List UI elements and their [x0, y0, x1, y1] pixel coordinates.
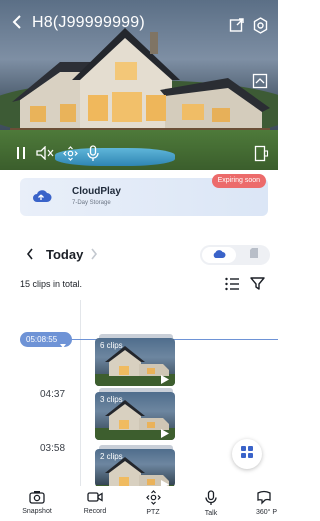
clip-count-label: 2 clips — [100, 452, 123, 461]
mute-icon[interactable] — [36, 145, 54, 161]
clip-count-label: 3 clips — [100, 395, 123, 404]
clip-group-card[interactable]: 3 clips — [95, 392, 175, 440]
clip-group-card[interactable]: 2 clips — [95, 449, 175, 487]
sd-card-tab[interactable] — [240, 247, 268, 263]
cloudplay-logo-icon — [32, 189, 52, 203]
timeline-time-label: 03:58 — [40, 443, 66, 454]
back-icon[interactable] — [12, 14, 26, 32]
grid-icon — [241, 445, 253, 463]
caret-down-icon — [60, 338, 67, 348]
play-icon — [161, 371, 169, 384]
pause-icon[interactable] — [14, 145, 28, 161]
clip-count-label: 6 clips — [100, 341, 123, 350]
current-time-marker[interactable]: 05:08:55 — [20, 332, 73, 348]
filter-icon[interactable] — [250, 276, 266, 292]
current-date[interactable]: Today — [46, 247, 83, 262]
mic-icon[interactable] — [86, 144, 100, 162]
record-label: Record — [83, 508, 107, 515]
camera-title: H8(J99999999) — [32, 14, 145, 31]
previous-day-icon[interactable] — [26, 247, 36, 263]
cloud-storage-banner[interactable]: CloudPlay 7-Day Storage Expiring soon — [20, 174, 268, 216]
cloud-plan-text: 7-Day Storage — [72, 200, 111, 206]
ptz-icon — [145, 490, 161, 505]
camera-icon — [29, 491, 45, 504]
ptz-label: PTZ — [146, 509, 160, 516]
play-icon — [161, 425, 169, 438]
cloud-service-name: CloudPlay — [72, 186, 121, 197]
settings-icon[interactable] — [251, 16, 269, 34]
panorama-label: 360° P — [256, 509, 278, 516]
cloud-icon — [212, 246, 226, 264]
clips-count-text: 15 clips in total. — [20, 279, 83, 289]
fullscreen-icon[interactable] — [252, 144, 270, 162]
screenshot-preview-icon[interactable] — [251, 72, 269, 90]
camera-title-bar: H8(J99999999) — [12, 14, 145, 32]
snapshot-button[interactable]: Snapshot — [9, 486, 65, 521]
panorama-icon — [257, 490, 271, 505]
expiring-badge[interactable]: Expiring soon — [211, 174, 266, 188]
ptz-button[interactable]: PTZ — [125, 486, 181, 521]
ptz-icon[interactable] — [62, 145, 78, 161]
date-navigator: Today — [20, 244, 270, 266]
snapshot-label: Snapshot — [22, 508, 52, 515]
storage-source-toggle — [200, 245, 270, 265]
current-time-text: 05:08:55 — [26, 335, 58, 344]
live-video-view[interactable]: H8(J99999999) — [0, 0, 278, 170]
play-icon — [161, 476, 169, 487]
cloud-tab[interactable] — [202, 247, 236, 263]
video-record-icon — [87, 492, 103, 502]
panorama-button[interactable]: 360° P — [240, 486, 278, 521]
bottom-toolbar: Snapshot Record PTZ Talk 360° P — [0, 486, 278, 521]
timeline-axis — [80, 300, 81, 490]
list-view-icon[interactable] — [224, 276, 240, 292]
talk-button[interactable]: Talk — [183, 486, 239, 521]
talk-label: Talk — [204, 510, 218, 517]
share-icon[interactable] — [228, 16, 246, 34]
timeline-time-label: 04:37 — [40, 389, 66, 400]
record-button[interactable]: Record — [67, 486, 123, 521]
grid-view-button[interactable] — [232, 439, 262, 469]
mic-icon — [205, 490, 217, 505]
clip-group-card[interactable]: 6 clips — [95, 338, 175, 386]
next-day-icon[interactable] — [90, 247, 100, 263]
sd-card-icon — [249, 246, 259, 264]
